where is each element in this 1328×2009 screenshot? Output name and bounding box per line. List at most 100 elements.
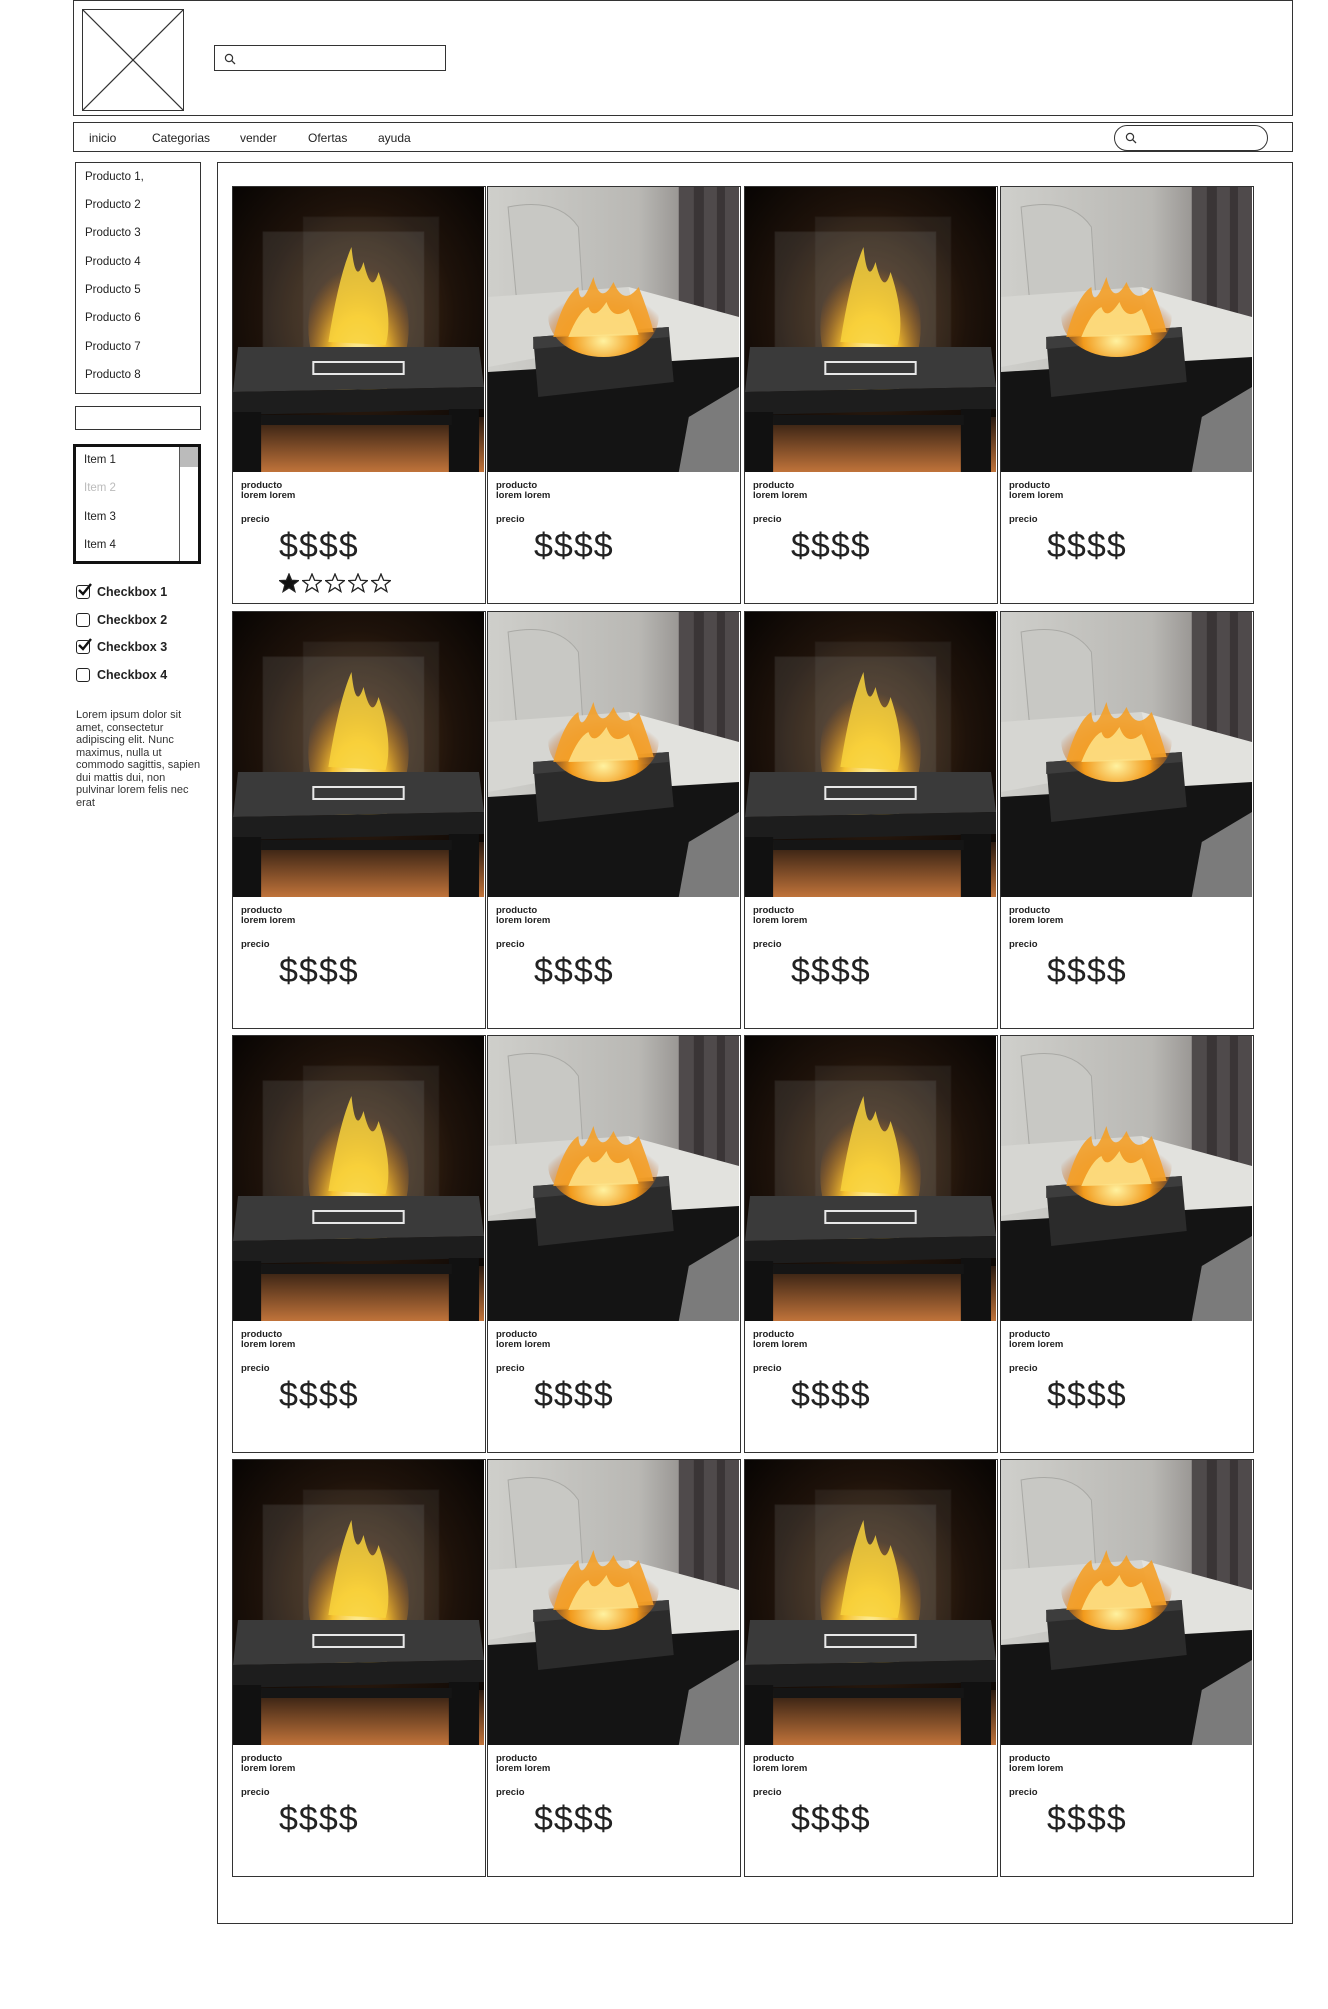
product-image[interactable] <box>488 612 739 897</box>
price-label: precio <box>241 1363 270 1374</box>
product-image[interactable] <box>488 1036 739 1321</box>
product-card[interactable]: producto lorem lorem precio $$$$ <box>487 186 741 604</box>
product-image[interactable] <box>745 187 996 472</box>
checkmark-icon <box>78 583 92 596</box>
product-image[interactable] <box>745 1036 996 1321</box>
sidebar-item-producto-4[interactable]: Producto 4 <box>85 256 141 268</box>
product-name[interactable]: producto lorem lorem <box>241 481 441 501</box>
checkbox-label: Checkbox 1 <box>97 585 168 599</box>
listbox-item-4[interactable]: Item 4 <box>84 539 116 551</box>
product-card[interactable]: producto lorem lorem precio $$$$ <box>744 1459 998 1877</box>
nav-item-ayuda[interactable]: ayuda <box>378 131 411 145</box>
product-image[interactable] <box>488 1460 739 1745</box>
sidebar-item-producto-5[interactable]: Producto 5 <box>85 284 141 296</box>
product-card[interactable]: producto lorem lorem precio $$$$ <box>744 186 998 604</box>
star-outline-icon[interactable] <box>346 572 370 598</box>
product-name-line-2: lorem lorem <box>1009 490 1064 501</box>
product-image[interactable] <box>233 612 484 897</box>
checkbox-1[interactable]: Checkbox 1 <box>76 583 168 600</box>
checkbox-3[interactable]: Checkbox 3 <box>76 638 167 655</box>
price-label: precio <box>753 1363 782 1374</box>
product-card[interactable]: producto lorem lorem precio $$$$ <box>232 1459 486 1877</box>
product-image[interactable] <box>233 1460 484 1745</box>
product-name[interactable]: producto lorem lorem <box>496 481 696 501</box>
checkbox-box[interactable] <box>76 638 92 654</box>
sidebar-item-producto-8[interactable]: Producto 8 <box>85 369 141 381</box>
sidebar-item-producto-3[interactable]: Producto 3 <box>85 227 141 239</box>
product-name-line-2: lorem lorem <box>753 1339 808 1350</box>
product-name[interactable]: producto lorem lorem <box>1009 1754 1209 1774</box>
price-label: precio <box>241 514 270 525</box>
nav-item-inicio[interactable]: inicio <box>89 131 116 145</box>
product-card[interactable]: producto lorem lorem precio $$$$ <box>744 611 998 1029</box>
product-name[interactable]: producto lorem lorem <box>753 906 953 926</box>
product-card[interactable]: producto lorem lorem precio $$$$ <box>1000 611 1254 1029</box>
product-card[interactable]: producto lorem lorem precio $$$$ <box>487 1035 741 1453</box>
nav-item-vender[interactable]: vender <box>240 131 277 145</box>
product-name[interactable]: producto lorem lorem <box>753 1330 953 1350</box>
product-card[interactable]: producto lorem lorem precio $$$$ <box>1000 1035 1254 1453</box>
nav-search-input[interactable] <box>1114 125 1268 151</box>
sidebar-item-producto-2[interactable]: Producto 2 <box>85 199 141 211</box>
product-image[interactable] <box>745 1460 996 1745</box>
listbox-item-3[interactable]: Item 3 <box>84 511 116 523</box>
listbox-item-1[interactable]: Item 1 <box>84 454 116 466</box>
product-price: $$$$ <box>534 1800 614 1838</box>
nav-item-categorias[interactable]: Categorias <box>152 131 210 145</box>
listbox-scrollbar[interactable] <box>179 447 198 561</box>
product-name[interactable]: producto lorem lorem <box>1009 1330 1209 1350</box>
checkbox-box[interactable] <box>76 583 92 599</box>
product-card[interactable]: producto lorem lorem precio $$$$ <box>232 611 486 1029</box>
checkbox-box[interactable] <box>76 613 90 627</box>
product-name[interactable]: producto lorem lorem <box>1009 481 1209 501</box>
product-price: $$$$ <box>1047 1376 1127 1414</box>
product-image[interactable] <box>488 187 739 472</box>
sidebar-text-input[interactable] <box>75 406 201 430</box>
product-card[interactable]: producto lorem lorem precio $$$$ <box>1000 1459 1254 1877</box>
star-outline-icon[interactable] <box>300 572 324 598</box>
listbox-scroll-thumb[interactable] <box>180 447 198 467</box>
product-name[interactable]: producto lorem lorem <box>241 1754 441 1774</box>
price-label: precio <box>496 1787 525 1798</box>
sidebar-item-producto-7[interactable]: Producto 7 <box>85 341 141 353</box>
product-card[interactable]: producto lorem lorem precio $$$$ <box>232 1035 486 1453</box>
product-name-line-2: lorem lorem <box>753 490 808 501</box>
star-outline-icon[interactable] <box>369 572 393 598</box>
product-image[interactable] <box>1001 187 1252 472</box>
product-image[interactable] <box>745 612 996 897</box>
checkbox-2[interactable]: Checkbox 2 <box>76 612 167 628</box>
sidebar-product-list: Producto 1, Producto 2 Producto 3 Produc… <box>75 162 201 394</box>
product-image[interactable] <box>1001 1036 1252 1321</box>
checkbox-4[interactable]: Checkbox 4 <box>76 667 167 683</box>
price-label: precio <box>1009 1787 1038 1798</box>
product-name[interactable]: producto lorem lorem <box>241 1330 441 1350</box>
product-name[interactable]: producto lorem lorem <box>753 481 953 501</box>
product-card[interactable]: producto lorem lorem precio $$$$ <box>487 1459 741 1877</box>
product-name[interactable]: producto lorem lorem <box>496 1330 696 1350</box>
product-card[interactable]: producto lorem lorem precio $$$$ <box>487 611 741 1029</box>
product-card[interactable]: producto lorem lorem precio $$$$ <box>744 1035 998 1453</box>
checkbox-box[interactable] <box>76 668 90 682</box>
product-name[interactable]: producto lorem lorem <box>241 906 441 926</box>
product-name[interactable]: producto lorem lorem <box>1009 906 1209 926</box>
product-image[interactable] <box>1001 1460 1252 1745</box>
sidebar-listbox[interactable]: Item 1 Item 2 Item 3 Item 4 <box>73 444 201 564</box>
product-name[interactable]: producto lorem lorem <box>496 906 696 926</box>
product-image[interactable] <box>233 187 484 472</box>
header-search-input[interactable] <box>214 45 446 71</box>
sidebar-item-producto-1[interactable]: Producto 1, <box>85 171 144 183</box>
product-image[interactable] <box>1001 612 1252 897</box>
price-label: precio <box>241 939 270 950</box>
rating-stars[interactable] <box>277 572 393 598</box>
product-image[interactable] <box>233 1036 484 1321</box>
sidebar-item-producto-6[interactable]: Producto 6 <box>85 312 141 324</box>
product-name[interactable]: producto lorem lorem <box>753 1754 953 1774</box>
product-card[interactable]: producto lorem lorem precio $$$$ <box>1000 186 1254 604</box>
product-name-line-2: lorem lorem <box>1009 1339 1064 1350</box>
nav-item-ofertas[interactable]: Ofertas <box>308 131 347 145</box>
product-name-line-2: lorem lorem <box>496 490 551 501</box>
star-outline-icon[interactable] <box>323 572 347 598</box>
star-filled-icon[interactable] <box>277 572 301 598</box>
product-name[interactable]: producto lorem lorem <box>496 1754 696 1774</box>
product-card[interactable]: producto lorem lorem precio $$$$ <box>232 186 486 604</box>
